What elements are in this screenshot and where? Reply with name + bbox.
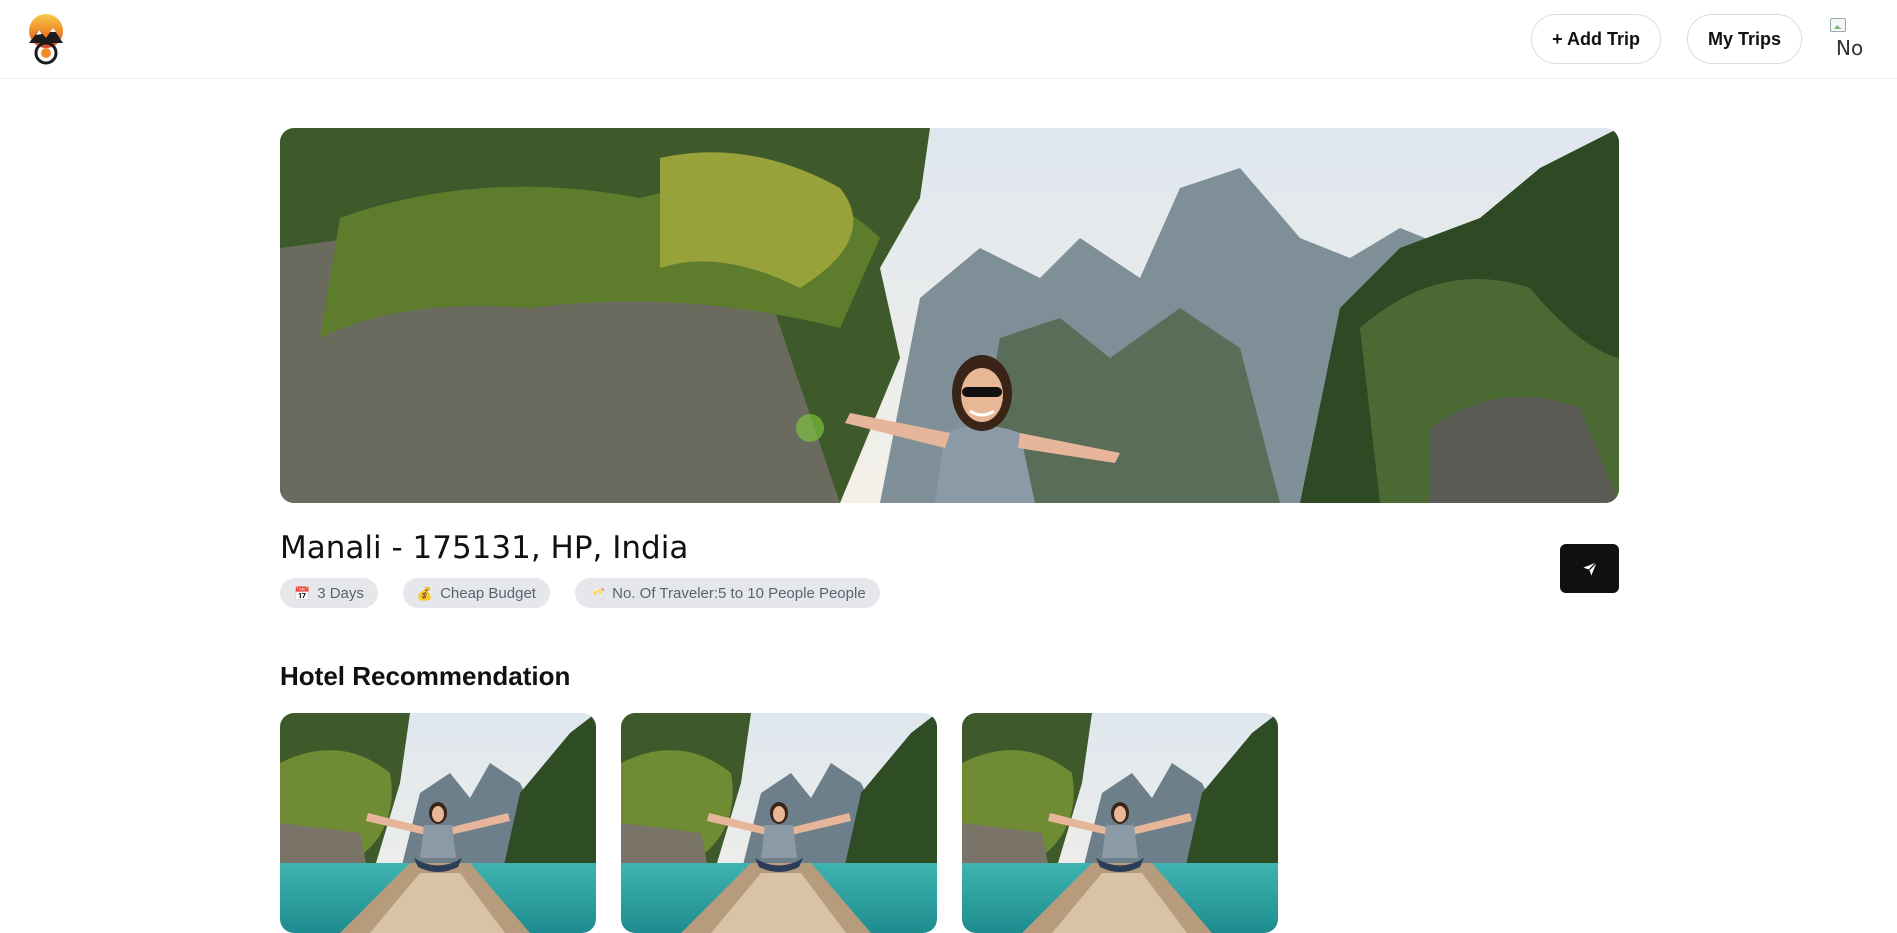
- hotel-card[interactable]: [621, 713, 937, 933]
- hotel-section-title: Hotel Recommendation: [280, 661, 571, 691]
- send-icon: [1582, 561, 1597, 576]
- top-navbar: + Add Trip My Trips No: [0, 0, 1897, 79]
- destination-hero-image: [280, 128, 1619, 503]
- trip-tags: 📅 3 Days 💰 Cheap Budget 🥂 No. Of Travele…: [280, 578, 880, 608]
- calendar-icon: 📅: [294, 585, 311, 601]
- add-trip-button[interactable]: + Add Trip: [1531, 14, 1661, 64]
- hotel-list: [280, 713, 1278, 933]
- travelers-badge-label: No. Of Traveler:5 to 10 People People: [612, 584, 866, 602]
- mountain-sunset-logo[interactable]: [25, 13, 67, 65]
- hotel-card[interactable]: [962, 713, 1278, 933]
- hotel-image: [621, 713, 937, 933]
- budget-badge-label: Cheap Budget: [440, 584, 536, 602]
- share-button[interactable]: [1560, 544, 1619, 593]
- travelers-badge: 🥂 No. Of Traveler:5 to 10 People People: [574, 578, 880, 608]
- days-badge-label: 3 Days: [317, 584, 364, 602]
- budget-badge: 💰 Cheap Budget: [402, 578, 550, 608]
- my-trips-button[interactable]: My Trips: [1686, 14, 1802, 64]
- days-badge: 📅 3 Days: [280, 578, 378, 608]
- avatar-alt-text: No: [1836, 36, 1864, 60]
- hotel-image: [280, 713, 596, 933]
- header-actions: + Add Trip My Trips No: [1531, 14, 1872, 64]
- clinking-glasses-icon: 🥂: [588, 585, 606, 601]
- money-bag-icon: 💰: [416, 585, 434, 601]
- hotel-image: [962, 713, 1278, 933]
- trip-title: Manali - 175131, HP, India: [280, 530, 689, 566]
- broken-image-icon: [1830, 18, 1846, 32]
- hotel-card[interactable]: [280, 713, 596, 933]
- avatar[interactable]: No: [1826, 16, 1872, 62]
